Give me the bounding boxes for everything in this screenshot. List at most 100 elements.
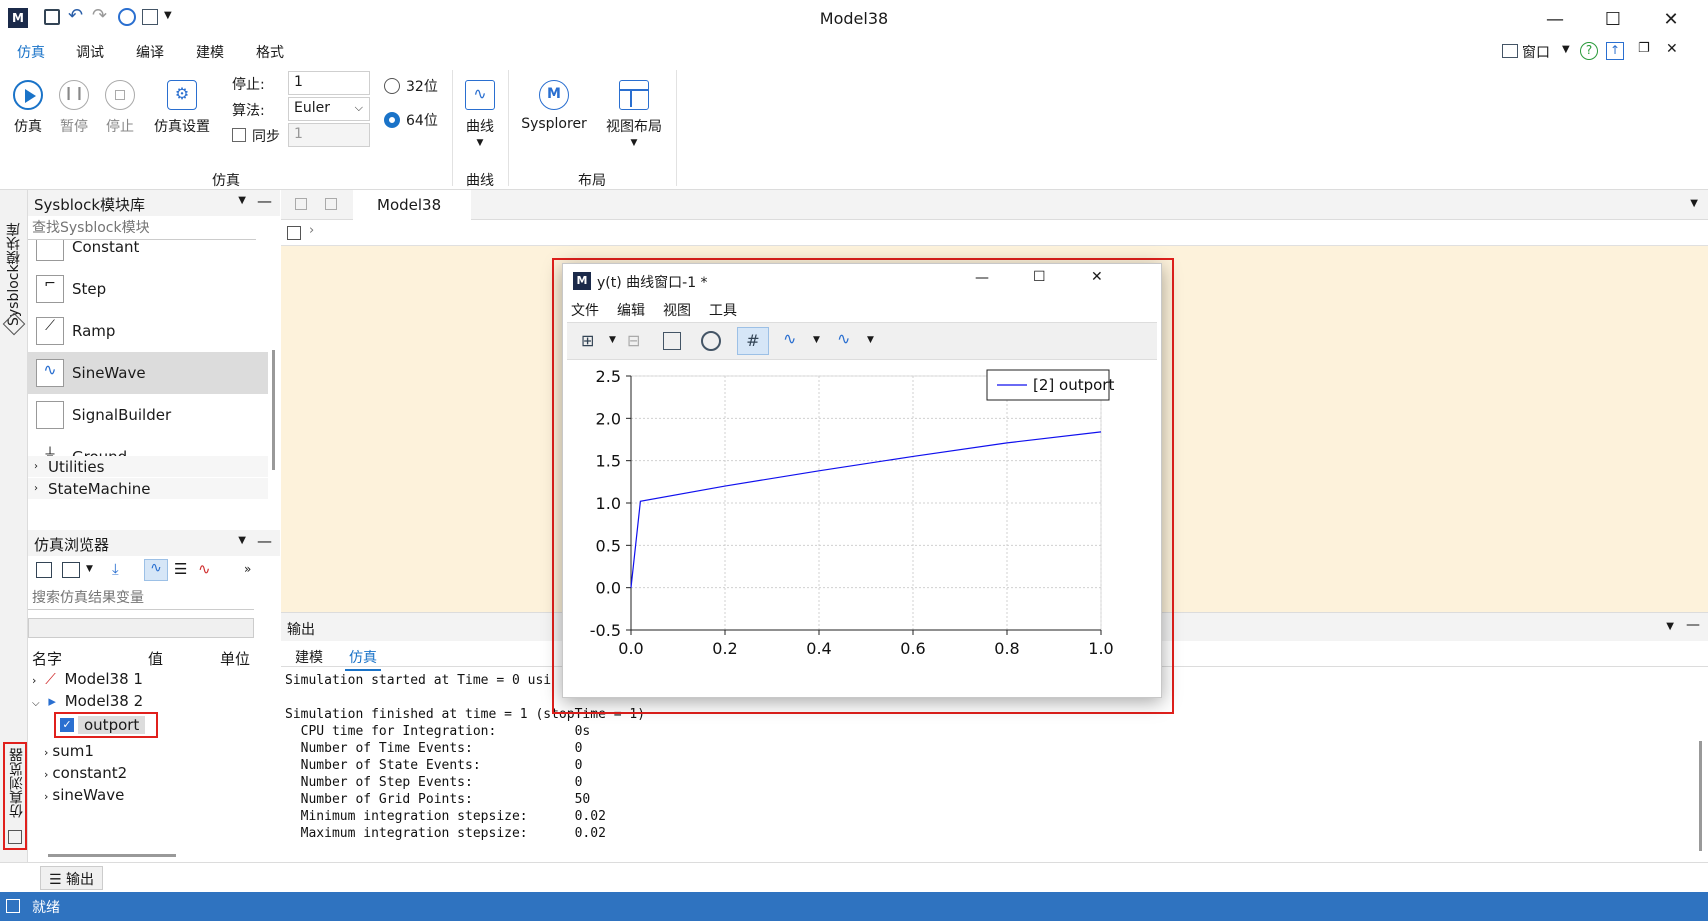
column-value[interactable]: 值 xyxy=(148,648,163,669)
add-curve-icon[interactable]: ∿ xyxy=(837,329,850,348)
table-row[interactable]: › sum1 xyxy=(44,742,94,760)
tab-compile[interactable]: 编译 xyxy=(136,42,164,62)
maximize-button[interactable]: ☐ xyxy=(1584,0,1642,38)
dropdown-icon[interactable]: ▼ xyxy=(86,564,93,574)
window-menu-dropdown-icon[interactable]: ▼ xyxy=(1562,44,1570,55)
curve-mode-icon[interactable]: ∿ xyxy=(144,559,168,581)
export-icon[interactable] xyxy=(62,562,80,578)
pause-button[interactable]: ❙❙ 暂停 xyxy=(56,80,92,136)
dropdown-icon[interactable]: ▼ xyxy=(813,335,820,345)
minimize-button[interactable]: — xyxy=(1526,0,1584,38)
column-name[interactable]: 名字 xyxy=(32,648,62,669)
minimize-button[interactable]: — xyxy=(975,270,989,286)
dropdown-icon[interactable]: ▼ xyxy=(609,335,616,345)
tab-debug[interactable]: 调试 xyxy=(76,42,104,62)
restore-ribbon-icon[interactable]: ❐ xyxy=(1638,41,1650,56)
document-tabs: Model38 ✕ ▼ xyxy=(281,190,1708,231)
plot-legend[interactable]: [2] outport xyxy=(986,369,1114,401)
zoom-fit-icon[interactable] xyxy=(701,331,721,351)
menu-view[interactable]: 视图 xyxy=(663,300,691,320)
sim-settings-button[interactable]: ⚙ 仿真设置 xyxy=(150,80,214,136)
tab-list-dropdown-icon[interactable]: ▼ xyxy=(1690,198,1698,209)
close-button[interactable]: ✕ xyxy=(1642,0,1700,38)
help-icon[interactable]: ? xyxy=(1580,42,1598,60)
sim-search-input[interactable] xyxy=(28,586,254,610)
list-item[interactable]: ⏚Ground xyxy=(28,436,268,456)
table-row[interactable]: ⌵ ▸ Model38 2 xyxy=(32,692,143,710)
stop-time-input[interactable]: 1 xyxy=(288,71,370,95)
window-menu[interactable]: 窗口 xyxy=(1522,42,1550,62)
save-result-icon[interactable] xyxy=(36,562,52,578)
import-icon[interactable]: ⤓ xyxy=(112,560,119,578)
panel-menu-dropdown-icon[interactable]: ▼ xyxy=(1666,621,1674,632)
algorithm-select[interactable]: Euler ⌵ xyxy=(288,97,370,121)
outport-checkbox[interactable]: ✓ xyxy=(60,718,74,732)
tree-group-utilities[interactable]: › Utilities xyxy=(28,456,268,478)
tab-nav-right-icon[interactable] xyxy=(325,198,337,210)
menu-edit[interactable]: 编辑 xyxy=(617,300,645,320)
stop-button[interactable]: 停止 xyxy=(102,80,138,136)
panel-menu-dropdown-icon[interactable]: ▼ xyxy=(238,535,246,546)
sim-browser-side-tab[interactable]: 仿真浏览器 xyxy=(3,742,27,850)
red-curve-icon[interactable]: ∿ xyxy=(198,560,211,578)
horizontal-scrollbar[interactable] xyxy=(48,854,176,857)
close-button[interactable]: ✕ xyxy=(1091,269,1103,285)
radio-64bit[interactable] xyxy=(384,112,400,128)
panel-minimize-icon[interactable]: — xyxy=(257,192,272,210)
maximize-button[interactable]: ☐ xyxy=(1033,269,1046,285)
output-scrollbar[interactable] xyxy=(1699,741,1702,851)
close-doc-icon[interactable]: ✕ xyxy=(1666,41,1678,57)
tab-format[interactable]: 格式 xyxy=(256,42,284,62)
upgrade-icon[interactable]: ↑ xyxy=(1606,42,1624,60)
sim-browser-toolbar: ▼ ⤓ ∿ ☰ ∿ » xyxy=(28,556,280,586)
list-item[interactable]: SignalBuilder xyxy=(28,394,268,436)
tree-group-statemachine[interactable]: › StateMachine xyxy=(28,478,268,500)
menu-tools[interactable]: 工具 xyxy=(709,300,737,320)
sysplorer-button[interactable]: M Sysplorer xyxy=(516,80,592,132)
panel-minimize-icon[interactable]: — xyxy=(1686,617,1700,633)
tab-nav-left-icon[interactable] xyxy=(295,198,307,210)
library-scrollbar[interactable] xyxy=(272,350,275,470)
group-label-layout: 布局 xyxy=(578,173,606,189)
curve-plot[interactable]: 0.0 0.2 0.4 0.6 0.8 1.0-0.50.00.51.01.52.02.5… xyxy=(571,362,1151,682)
list-item[interactable]: ⌐ Step xyxy=(28,268,268,310)
output-tab-modeling[interactable]: 建模 xyxy=(295,647,323,667)
list-item-selected[interactable]: ∿ SineWave xyxy=(28,352,268,394)
radio-32bit[interactable] xyxy=(384,78,400,94)
remove-subplot-icon[interactable]: ⊟ xyxy=(627,331,640,350)
list-mode-icon[interactable]: ☰ xyxy=(174,560,187,578)
window-layout-icon[interactable] xyxy=(1502,44,1518,58)
view-layout-button[interactable]: 视图布局 ▼ xyxy=(600,80,668,148)
list-item[interactable]: Constant xyxy=(28,240,268,268)
table-row[interactable]: › constant2 xyxy=(44,764,127,782)
table-row[interactable]: › ⟋ Model38 1 xyxy=(32,670,143,688)
sysblock-lib-side-tab[interactable]: Sysblock模块库 xyxy=(4,196,24,326)
curve-window[interactable]: M y(t) 曲线窗口-1 * — ☐ ✕ 文件 编辑 视图 工具 ⊞ ▼ ⊟ … xyxy=(562,263,1162,698)
bottom-output-tab[interactable]: ☰ 输出 xyxy=(40,866,104,890)
sync-checkbox[interactable] xyxy=(232,128,246,142)
menu-file[interactable]: 文件 xyxy=(571,300,599,320)
simulate-button[interactable]: 仿真 xyxy=(10,80,46,136)
tab-simulation[interactable]: 仿真 xyxy=(13,42,49,68)
panel-menu-dropdown-icon[interactable]: ▼ xyxy=(238,195,246,206)
output-tab-simulation[interactable]: 仿真 xyxy=(345,647,381,671)
grid-icon[interactable]: # xyxy=(737,327,769,355)
breadcrumb-arrow-icon[interactable]: › xyxy=(309,223,314,238)
curve-window-titlebar[interactable]: M y(t) 曲线窗口-1 * — ☐ ✕ xyxy=(563,264,1161,296)
sim-filter-bar[interactable] xyxy=(28,618,254,638)
tab-modeling[interactable]: 建模 xyxy=(196,42,224,62)
curve-button[interactable]: ∿ 曲线 ▼ xyxy=(460,80,500,148)
list-item[interactable]: ⟋ Ramp xyxy=(28,310,268,352)
frame-icon[interactable] xyxy=(663,332,681,350)
curve-style-icon[interactable]: ∿ xyxy=(783,329,796,348)
column-unit[interactable]: 单位 xyxy=(220,648,250,669)
library-search-input[interactable] xyxy=(28,216,256,240)
doc-tab-model38[interactable]: Model38 ✕ xyxy=(353,190,471,231)
table-row-outport[interactable]: ✓ outport xyxy=(54,712,158,738)
table-row[interactable]: › sineWave xyxy=(44,786,124,804)
panel-minimize-icon[interactable]: — xyxy=(257,532,272,550)
more-icon[interactable]: » xyxy=(244,562,251,576)
dropdown-icon[interactable]: ▼ xyxy=(867,335,874,345)
sync-input[interactable]: 1 xyxy=(288,123,370,147)
add-subplot-icon[interactable]: ⊞ xyxy=(581,331,594,350)
